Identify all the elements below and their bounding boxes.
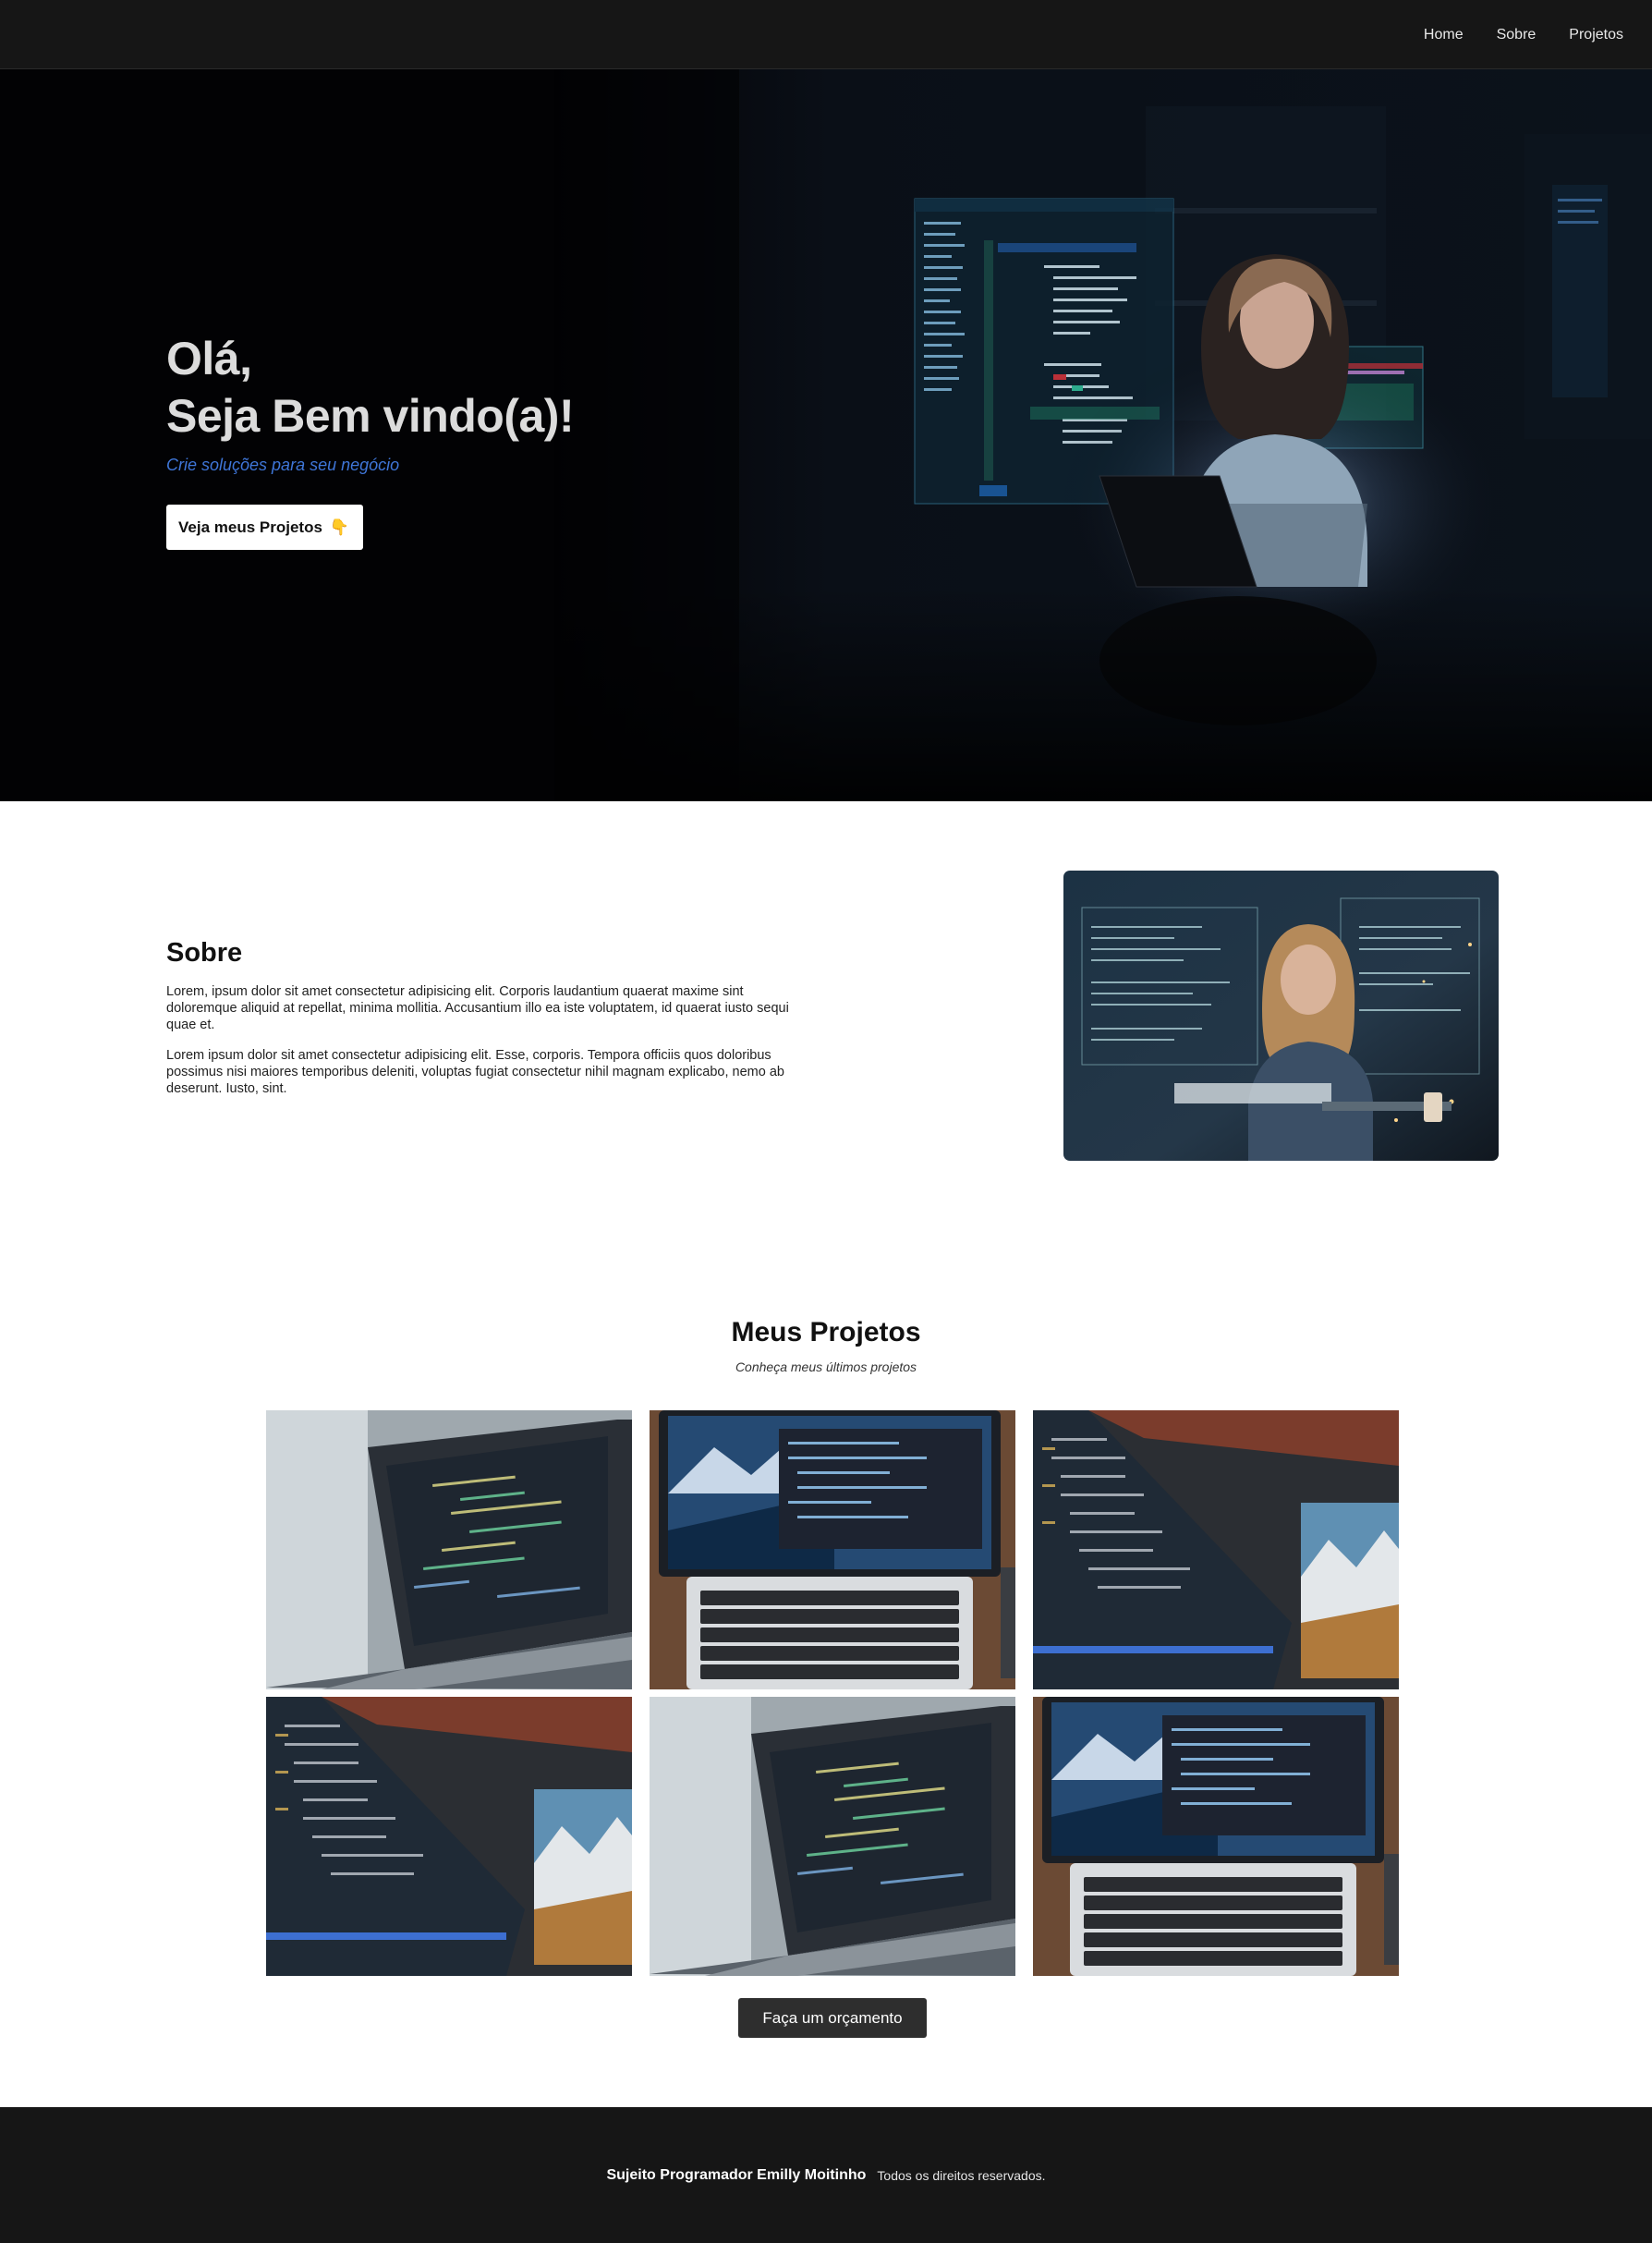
project-image-monitor-landscape	[266, 1697, 632, 1976]
projects-title: Meus Projetos	[731, 1317, 921, 1347]
about-section: Sobre Lorem, ipsum dolor sit amet consec…	[0, 801, 1652, 1300]
project-tile[interactable]	[1033, 1697, 1399, 1976]
footer: Sujeito Programador Emilly Moitinho Todo…	[0, 2107, 1652, 2243]
top-nav: Home Sobre Projetos	[0, 0, 1652, 69]
project-image-macbook	[650, 1410, 1015, 1689]
about-paragraph: Lorem, ipsum dolor sit amet consectetur …	[166, 984, 789, 1032]
hero-title: Olá, Seja Bem vindo(a)!	[166, 330, 575, 445]
nav-link-sobre[interactable]: Sobre	[1497, 27, 1537, 43]
footer-content: Sujeito Programador Emilly Moitinho Todo…	[0, 2107, 1652, 2243]
nav-links: Home Sobre Projetos	[1391, 0, 1623, 69]
hero-title-welcome: Seja Bem vindo(a)!	[166, 390, 575, 442]
hero-image	[554, 69, 1652, 801]
request-quote-button[interactable]: Faça um orçamento	[738, 1998, 927, 2038]
project-tile[interactable]	[650, 1697, 1015, 1976]
project-image-laptop-angled	[650, 1697, 1015, 1976]
nav-link-home[interactable]: Home	[1424, 27, 1464, 43]
hero-subtitle: Crie soluções para seu negócio	[166, 456, 400, 474]
footer-rights: Todos os direitos reservados.	[877, 2167, 1046, 2183]
footer-author: Sujeito Programador Emilly Moitinho	[606, 2166, 867, 2183]
view-projects-button[interactable]: Veja meus Projetos 👇	[166, 505, 364, 550]
project-image-macbook	[1033, 1697, 1399, 1976]
hero-content: Olá, Seja Bem vindo(a)! Crie soluções pa…	[166, 330, 575, 550]
pointing-down-hand-icon: 👇	[329, 518, 350, 536]
project-tile[interactable]	[1033, 1410, 1399, 1689]
hero-title-greeting: Olá,	[166, 333, 252, 384]
project-image-laptop-angled	[266, 1410, 632, 1689]
project-tile[interactable]	[266, 1410, 632, 1689]
projects-grid	[266, 1410, 1399, 1976]
hero-section: Olá, Seja Bem vindo(a)! Crie soluções pa…	[0, 69, 1652, 801]
project-tile[interactable]	[650, 1410, 1015, 1689]
project-image-monitor-landscape	[1033, 1410, 1399, 1689]
view-projects-label: Veja meus Projetos	[178, 518, 322, 536]
projects-subtitle: Conheça meus últimos projetos	[735, 1359, 917, 1374]
about-image	[1063, 871, 1499, 1161]
about-title: Sobre	[166, 938, 243, 968]
about-paragraph: Lorem ipsum dolor sit amet consectetur a…	[166, 1048, 784, 1096]
about-text: Lorem, ipsum dolor sit amet consectetur …	[166, 983, 795, 1111]
nav-link-projetos[interactable]: Projetos	[1569, 27, 1623, 43]
project-tile[interactable]	[266, 1697, 632, 1976]
